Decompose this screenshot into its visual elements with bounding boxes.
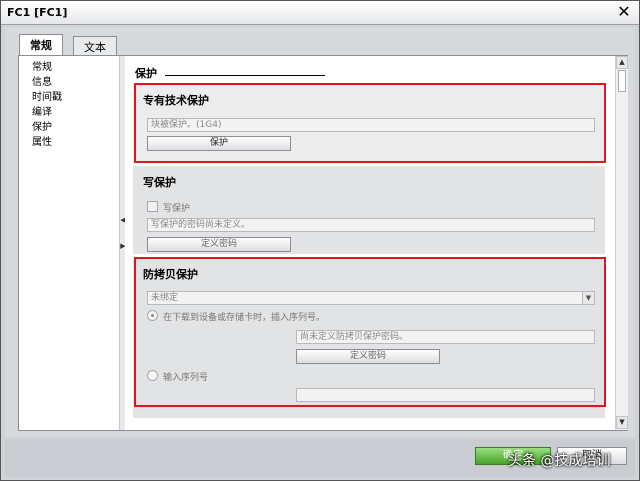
scroll-thumb[interactable]: [618, 70, 626, 92]
nav-item-compile[interactable]: 编译: [19, 105, 119, 120]
properties-nav: 常规 信息 时间戳 编译 保护 属性: [19, 56, 119, 430]
dialog-window: FC1 [FC1] ✕ 常规 文本 常规 信息 时间戳 编译 保护 属性 ◀ ▶…: [0, 0, 640, 481]
highlight-box-copy-protection: [134, 257, 606, 407]
protection-pane: 保护 专有技术保护 块被保护。(1G4) 保护 写保护 写保护 写保护的密码尚未…: [125, 56, 615, 430]
write-protection-label: 写保护: [163, 204, 191, 214]
section-heading: 保护: [135, 67, 157, 80]
scroll-down-icon[interactable]: ▼: [616, 416, 628, 429]
tab-text[interactable]: 文本: [73, 36, 117, 55]
write-password-status-field: 写保护的密码尚未定义。: [147, 218, 595, 232]
vertical-scrollbar[interactable]: ▲ ▼: [615, 56, 628, 430]
write-protection-group: 写保护 写保护 写保护的密码尚未定义。 定义密码: [133, 166, 605, 254]
nav-item-info[interactable]: 信息: [19, 75, 119, 90]
write-protection-title: 写保护: [143, 176, 176, 189]
scroll-up-icon[interactable]: ▲: [616, 56, 628, 69]
watermark-text: 头条 @技成培训: [508, 453, 611, 469]
nav-item-timestamp[interactable]: 时间戳: [19, 90, 119, 105]
heading-divider: [165, 75, 325, 76]
close-icon[interactable]: ✕: [615, 3, 633, 21]
titlebar: FC1 [FC1] ✕: [1, 1, 639, 25]
nav-item-protection[interactable]: 保护: [19, 120, 119, 135]
define-write-password-button[interactable]: 定义密码: [147, 237, 291, 252]
window-title: FC1 [FC1]: [7, 6, 68, 19]
write-protection-checkbox[interactable]: [147, 201, 158, 212]
dialog-panel: 常规 文本 常规 信息 时间戳 编译 保护 属性 ◀ ▶ 保护 专有技术保护 块…: [5, 27, 635, 437]
highlight-box-know-how: [134, 83, 606, 163]
nav-item-attributes[interactable]: 属性: [19, 135, 119, 150]
content-frame: 常规 信息 时间戳 编译 保护 属性 ◀ ▶ 保护 专有技术保护 块被保护。(1…: [18, 55, 628, 431]
tab-general[interactable]: 常规: [19, 34, 63, 55]
nav-item-general[interactable]: 常规: [19, 60, 119, 75]
